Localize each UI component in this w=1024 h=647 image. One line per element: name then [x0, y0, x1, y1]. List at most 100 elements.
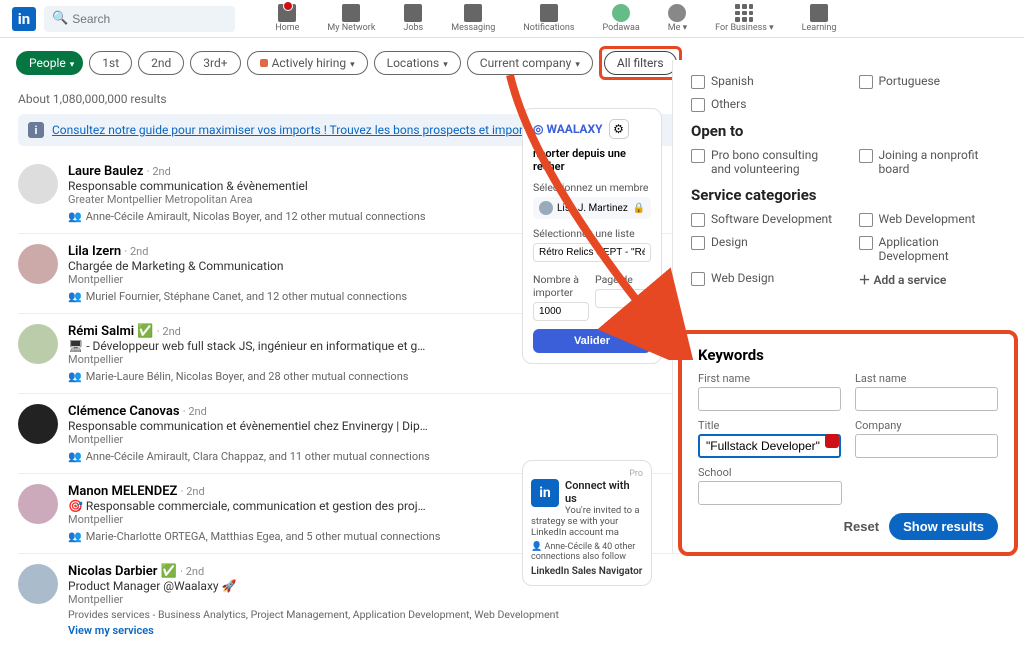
hiring-icon: [260, 59, 268, 67]
reset-button[interactable]: Reset: [844, 519, 879, 534]
page-input[interactable]: [595, 289, 651, 308]
all-filters-button[interactable]: All filters: [604, 51, 677, 75]
school-label: School: [698, 466, 842, 479]
select-list-label: Sélectionnez une liste: [533, 227, 651, 240]
first-degree-filter[interactable]: 1st: [89, 51, 132, 75]
design-checkbox[interactable]: Design: [691, 235, 839, 263]
lang-others-checkbox[interactable]: Others: [691, 97, 1006, 112]
result-name[interactable]: Manon MELENDEZ: [68, 484, 177, 499]
web-design-checkbox[interactable]: Web Design: [691, 271, 839, 288]
nav-me[interactable]: Me ▾: [668, 4, 687, 33]
nav-podawaa[interactable]: Podawaa: [602, 4, 639, 33]
show-results-button[interactable]: Show results: [889, 513, 998, 540]
result-headline: 🎯 Responsable commerciale, communication…: [68, 499, 428, 513]
first-name-label: First name: [698, 372, 841, 385]
software-dev-checkbox[interactable]: Software Development: [691, 212, 839, 227]
result-headline: Responsable communication & évènementiel: [68, 179, 428, 193]
nav-home[interactable]: Home: [275, 4, 299, 33]
validate-button[interactable]: Valider: [533, 329, 651, 353]
result-name[interactable]: Nicolas Darbier ✅: [68, 564, 177, 579]
result-item: Nicolas Darbier ✅ · 2nd Product Manager …: [18, 554, 1006, 647]
info-icon: i: [28, 122, 44, 138]
podawaa-icon: [612, 4, 630, 22]
web-dev-checkbox[interactable]: Web Development: [859, 212, 1007, 227]
actively-hiring-filter[interactable]: Actively hiring▾: [247, 51, 368, 75]
title-label: Title: [698, 419, 841, 432]
people-icon: [342, 4, 360, 22]
nonprofit-checkbox[interactable]: Joining a nonprofit board: [859, 148, 1007, 176]
bell-icon: [540, 4, 558, 22]
last-name-input[interactable]: [855, 387, 998, 411]
people-filter[interactable]: People▾: [16, 51, 83, 75]
product-name: LinkedIn Sales Navigator: [531, 566, 643, 577]
promoted-label: Pro: [531, 469, 643, 479]
avatar[interactable]: [18, 324, 58, 364]
avatar[interactable]: [18, 164, 58, 204]
search-input[interactable]: [72, 12, 227, 26]
school-input[interactable]: [698, 481, 842, 505]
nav-jobs[interactable]: Jobs: [403, 4, 423, 33]
nav-business[interactable]: For Business ▾: [715, 4, 773, 33]
result-name[interactable]: Lila Izern: [68, 244, 121, 259]
select-member-label: Sélectionnez un membre: [533, 181, 651, 194]
waalaxy-panel: ◎ WAALAXY ⚙ nporter depuis une recher Sé…: [522, 108, 662, 364]
linkedin-logo[interactable]: in: [12, 7, 36, 31]
import-count-input[interactable]: [533, 302, 589, 321]
avatar[interactable]: [18, 244, 58, 284]
connect-with-us-card: Pro in Connect with us You're invited to…: [522, 460, 652, 586]
gear-icon[interactable]: ⚙: [609, 119, 629, 139]
first-name-input[interactable]: [698, 387, 841, 411]
lang-portuguese-checkbox[interactable]: Portuguese: [859, 74, 1007, 89]
nav-notifications[interactable]: Notifications: [523, 4, 574, 33]
second-degree-filter[interactable]: 2nd: [138, 51, 184, 75]
top-nav: in 🔍 Home My Network Jobs Messaging Noti…: [0, 0, 1024, 38]
result-headline: Chargée de Marketing & Communication: [68, 259, 428, 273]
company-input[interactable]: [855, 434, 998, 458]
result-name[interactable]: Laure Baulez: [68, 164, 144, 179]
open-to-heading: Open to: [691, 122, 1006, 140]
probono-checkbox[interactable]: Pro bono consulting and volunteering: [691, 148, 839, 176]
home-icon: [278, 4, 296, 22]
app-dev-checkbox[interactable]: Application Development: [859, 235, 1007, 263]
waalaxy-logo: ◎ WAALAXY: [533, 122, 603, 136]
grid-icon: [735, 4, 753, 22]
nav-network[interactable]: My Network: [327, 4, 375, 33]
briefcase-icon: [404, 4, 422, 22]
locations-filter[interactable]: Locations▾: [374, 51, 461, 75]
chat-icon: [464, 4, 482, 22]
services-text: Provides services - Business Analytics, …: [68, 608, 1006, 621]
result-location: Montpellier: [68, 593, 1006, 606]
mutual-icon: 👥: [68, 210, 82, 223]
avatar[interactable]: [18, 564, 58, 604]
result-headline: Product Manager @Waalaxy 🚀: [68, 579, 428, 593]
view-services-link[interactable]: View my services: [68, 624, 1006, 637]
result-name[interactable]: Rémi Salmi ✅: [68, 324, 154, 339]
avatar[interactable]: [18, 484, 58, 524]
linkedin-icon: in: [531, 479, 559, 507]
current-company-filter[interactable]: Current company▾: [467, 51, 593, 75]
search-box[interactable]: 🔍: [44, 6, 235, 32]
title-input[interactable]: [698, 434, 841, 458]
nav-learning[interactable]: Learning: [802, 4, 837, 33]
list-select[interactable]: [533, 243, 651, 262]
result-name[interactable]: Clémence Canovas: [68, 404, 180, 419]
chevron-down-icon: ▾: [70, 60, 75, 70]
extension-badge-icon: [825, 434, 839, 448]
degree-badge: · 2nd: [147, 165, 171, 178]
add-service-button[interactable]: ＋ Add a service: [859, 271, 1007, 288]
last-name-label: Last name: [855, 372, 998, 385]
all-filters-highlight: All filters: [599, 46, 682, 80]
import-title: nporter depuis une recher: [533, 147, 651, 173]
connect-sub: You're invited to a strategy se with you…: [531, 505, 643, 538]
keywords-heading: Keywords: [698, 346, 998, 364]
member-chip[interactable]: Lisa J. Martinez 🔒: [533, 197, 651, 219]
result-headline: 🖥 - Développeur web full stack JS, ingén…: [68, 339, 428, 353]
lang-spanish-checkbox[interactable]: Spanish: [691, 74, 839, 89]
nav-messaging[interactable]: Messaging: [451, 4, 495, 33]
avatar[interactable]: [18, 404, 58, 444]
result-headline: Responsable communication et évènementie…: [68, 419, 428, 433]
service-categories-heading: Service categories: [691, 186, 1006, 204]
avatar-icon: [668, 4, 686, 22]
third-degree-filter[interactable]: 3rd+: [190, 51, 240, 75]
mutual-text: Anne-Cécile Amirault, Nicolas Boyer, and…: [86, 210, 426, 223]
